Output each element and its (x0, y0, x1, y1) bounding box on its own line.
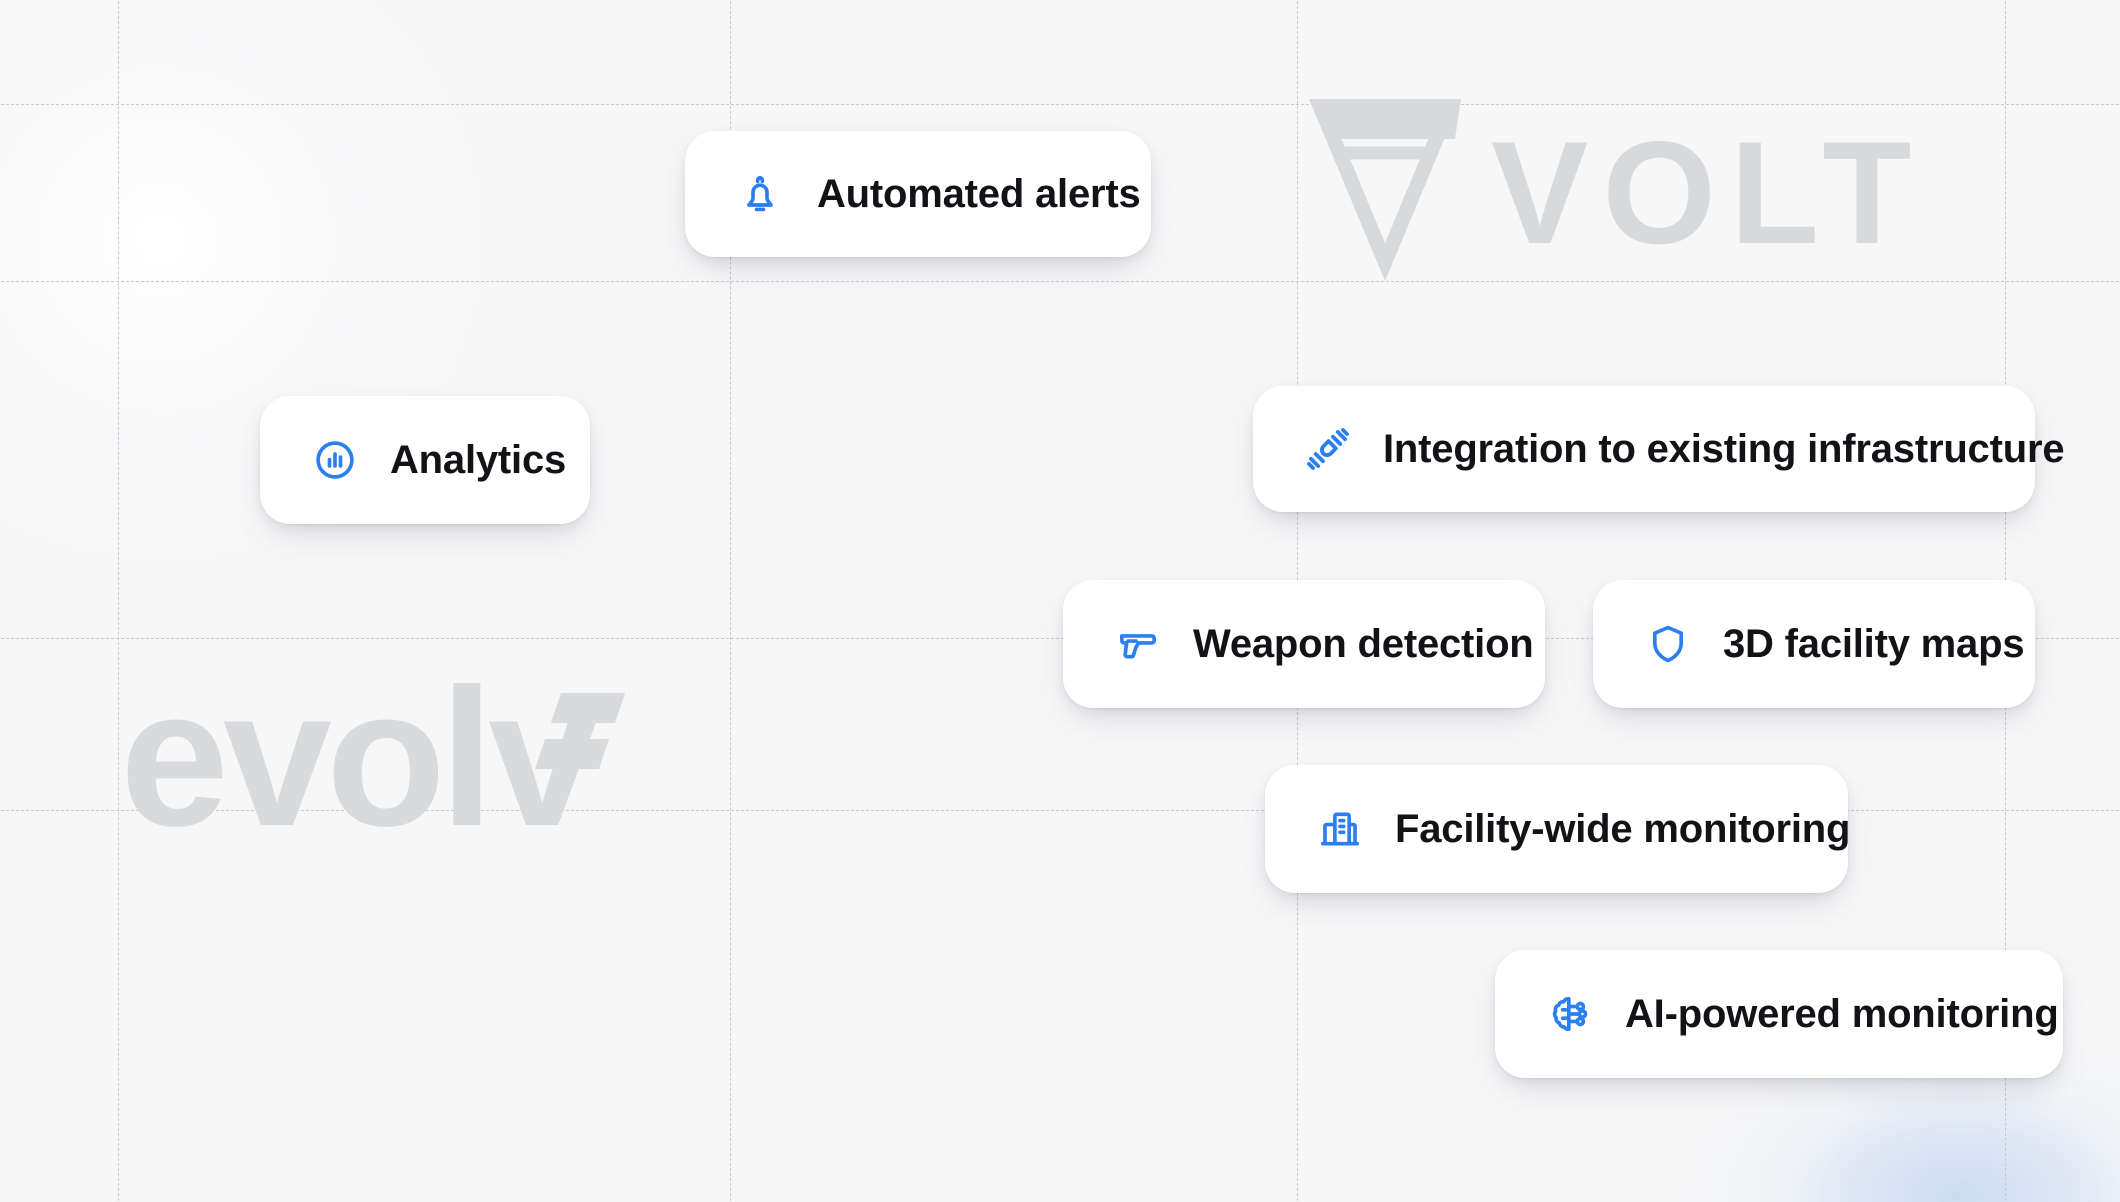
plug-icon (1305, 426, 1351, 472)
volt-wordmark: VOLT (1491, 110, 1926, 274)
feature-pill-label: Analytics (390, 437, 567, 482)
feature-pill-automated-alerts[interactable]: Automated alerts (685, 131, 1151, 257)
feature-pill-analytics[interactable]: Analytics (260, 396, 590, 524)
grid-line-horizontal-0 (0, 104, 2120, 105)
feature-pill-weapon-detection[interactable]: Weapon detection (1063, 580, 1545, 708)
feature-pill-integration[interactable]: Integration to existing infrastructure (1253, 386, 2065, 512)
feature-pill-label: AI-powered monitoring (1625, 991, 2059, 1036)
evolv-logo-watermark: evolv (120, 660, 716, 856)
feature-pill-facility-maps-3d[interactable]: 3D facility maps (1593, 580, 2035, 708)
analytics-icon (312, 437, 358, 483)
feature-pill-facility-monitoring[interactable]: Facility-wide monitoring (1265, 765, 1851, 893)
feature-pill-label: Automated alerts (817, 171, 1141, 216)
bell-icon (737, 171, 783, 217)
feature-pill-label: Facility-wide monitoring (1395, 806, 1851, 851)
background-wash-left (0, 0, 700, 780)
grid-line-horizontal-1 (0, 281, 2120, 282)
shield-icon (1645, 621, 1691, 667)
feature-pill-ai-monitoring[interactable]: AI-powered monitoring (1495, 950, 2063, 1078)
building-icon (1317, 806, 1363, 852)
volt-triangle-mark-icon (1305, 95, 1465, 290)
ai-brain-icon (1547, 991, 1593, 1037)
pistol-icon (1115, 621, 1161, 667)
feature-pill-label: Weapon detection (1193, 621, 1534, 666)
volt-logo-watermark: VOLT (1305, 95, 1925, 290)
evolv-wordmark: evolv (120, 660, 597, 856)
grid-line-vertical-0 (118, 0, 119, 1202)
feature-pill-canvas: VOLT evolv Automated alerts Analytics In… (0, 0, 2120, 1202)
evolv-accent-mark-icon (495, 693, 626, 838)
feature-pill-label: Integration to existing infrastructure (1383, 426, 2065, 471)
evolv-clip: evolv (120, 660, 716, 856)
feature-pill-label: 3D facility maps (1723, 621, 2025, 666)
